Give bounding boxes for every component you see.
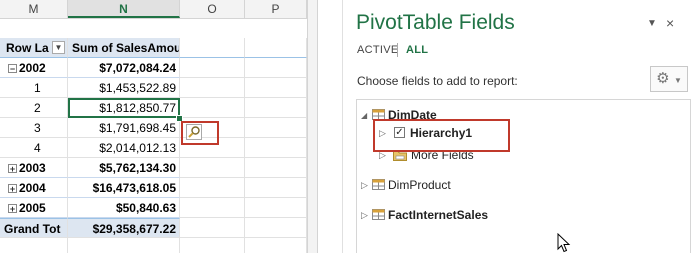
- value-cell[interactable]: $5,762,134.30: [68, 158, 180, 178]
- row-label-cell[interactable]: 3: [0, 118, 68, 138]
- collapse-triangle-icon[interactable]: ◢: [361, 111, 367, 120]
- value-cell[interactable]: $1,791,698.45: [68, 118, 180, 138]
- chevron-down-icon: ▼: [673, 76, 682, 85]
- expand-icon[interactable]: +: [8, 204, 17, 214]
- magnifier-icon: [188, 126, 200, 138]
- value-cell[interactable]: $2,014,012.13: [68, 138, 180, 158]
- empty-cell[interactable]: [180, 98, 245, 118]
- value-cell[interactable]: $16,473,618.05: [68, 178, 180, 198]
- empty-cell[interactable]: [245, 38, 307, 58]
- empty-cell[interactable]: [245, 218, 307, 238]
- collapse-icon[interactable]: −: [8, 64, 17, 74]
- gear-icon: ⚙: [656, 70, 670, 87]
- column-header-m[interactable]: M: [0, 0, 68, 18]
- year-label: 2005: [19, 201, 46, 215]
- row-label-cell[interactable]: +2004: [0, 178, 68, 198]
- tab-active[interactable]: ACTIVE: [357, 44, 399, 56]
- pivot-row-2004: +2004 $16,473,618.05: [0, 178, 317, 198]
- column-header-n[interactable]: N: [68, 0, 180, 18]
- year-label: 2002: [19, 61, 46, 75]
- empty-cell[interactable]: [245, 138, 307, 158]
- pane-options-dropdown-icon[interactable]: ▼: [647, 18, 657, 29]
- empty-row: [0, 238, 317, 253]
- row-labels-header[interactable]: Row La ▼: [0, 38, 68, 58]
- pane-title: PivotTable Fields: [356, 11, 515, 34]
- mouse-cursor-icon: [557, 233, 571, 253]
- row-label-cell[interactable]: 1: [0, 78, 68, 98]
- pane-divider: [317, 0, 343, 253]
- tab-all[interactable]: ALL: [406, 44, 428, 56]
- column-header-p[interactable]: P: [245, 0, 307, 18]
- choose-fields-label: Choose fields to add to report:: [357, 74, 518, 88]
- empty-cell[interactable]: [0, 238, 68, 253]
- year-label: 2004: [19, 181, 46, 195]
- row-label-cell[interactable]: 4: [0, 138, 68, 158]
- empty-cell[interactable]: [68, 238, 180, 253]
- field-list: ◢ DimDate ▷ ✓ Hierarchy1 ▷ More Fields ▷…: [356, 99, 691, 253]
- hierarchy1-highlight: [373, 119, 510, 152]
- grand-total-value[interactable]: $29,358,677.22: [68, 218, 180, 238]
- empty-cell[interactable]: [245, 58, 307, 78]
- empty-cell[interactable]: [180, 178, 245, 198]
- pivot-header-row: Row La ▼ Sum of SalesAmount: [0, 38, 317, 58]
- empty-cell[interactable]: [180, 38, 245, 58]
- value-cell[interactable]: $50,840.63: [68, 198, 180, 218]
- selected-value-cell[interactable]: $1,812,850.77: [68, 98, 180, 118]
- pivot-row-month-1: 1 $1,453,522.89: [0, 78, 317, 98]
- empty-cell[interactable]: [245, 78, 307, 98]
- pivot-row-2005: +2005 $50,840.63: [0, 198, 317, 218]
- expand-icon[interactable]: +: [8, 184, 17, 194]
- column-header-o[interactable]: O: [180, 0, 245, 18]
- row-label-cell[interactable]: +2005: [0, 198, 68, 218]
- sum-salesamount-header[interactable]: Sum of SalesAmount: [68, 38, 180, 58]
- pivot-grand-total-row: Grand Tot $29,358,677.22: [0, 218, 317, 238]
- row-labels-text: Row La: [6, 41, 49, 55]
- close-icon[interactable]: ×: [666, 15, 674, 31]
- grand-total-label[interactable]: Grand Tot: [0, 218, 68, 238]
- value-cell[interactable]: $7,072,084.24: [68, 58, 180, 78]
- row-label-cell[interactable]: +2003: [0, 158, 68, 178]
- empty-cell[interactable]: [245, 118, 307, 138]
- pivot-row-month-3: 3 $1,791,698.45: [0, 118, 317, 138]
- empty-cell[interactable]: [245, 238, 307, 253]
- value-cell[interactable]: $1,453,522.89: [68, 78, 180, 98]
- worksheet: M N O P Row La ▼ Sum of SalesAmount −200…: [0, 0, 317, 253]
- empty-cell[interactable]: [180, 238, 245, 253]
- pivot-row-2002: −2002 $7,072,084.24: [0, 58, 317, 78]
- table-icon: [372, 179, 385, 190]
- empty-cell[interactable]: [180, 78, 245, 98]
- pivot-row-month-2: 2 $1,812,850.77: [0, 98, 317, 118]
- pivottable-fields-pane: PivotTable Fields ▼ × ACTIVE ALL Choose …: [342, 0, 700, 253]
- sheet-scroll-edge: [307, 0, 317, 253]
- table-icon: [372, 209, 385, 220]
- column-headers: M N O P: [0, 0, 317, 19]
- year-label: 2003: [19, 161, 46, 175]
- expand-icon[interactable]: +: [8, 164, 17, 174]
- pivot-row-2003: +2003 $5,762,134.30: [0, 158, 317, 178]
- row-labels-filter-button[interactable]: ▼: [52, 41, 65, 54]
- empty-cell[interactable]: [180, 218, 245, 238]
- empty-cell[interactable]: [245, 98, 307, 118]
- tools-button[interactable]: ⚙ ▼: [650, 66, 688, 92]
- empty-cell[interactable]: [245, 198, 307, 218]
- row-label-cell[interactable]: 2: [0, 98, 68, 118]
- row-label-cell[interactable]: −2002: [0, 58, 68, 78]
- empty-cell[interactable]: [245, 158, 307, 178]
- tab-separator: [397, 43, 398, 57]
- empty-cell[interactable]: [245, 178, 307, 198]
- field-label: FactInternetSales: [388, 208, 489, 222]
- field-label: DimProduct: [388, 178, 451, 192]
- empty-cell[interactable]: [180, 198, 245, 218]
- empty-cell[interactable]: [180, 158, 245, 178]
- quick-explore-icon[interactable]: [186, 124, 202, 140]
- empty-cell[interactable]: [180, 58, 245, 78]
- expand-triangle-icon[interactable]: ▷: [361, 180, 368, 191]
- expand-triangle-icon[interactable]: ▷: [361, 210, 368, 221]
- pivot-row-month-4: 4 $2,014,012.13: [0, 138, 317, 158]
